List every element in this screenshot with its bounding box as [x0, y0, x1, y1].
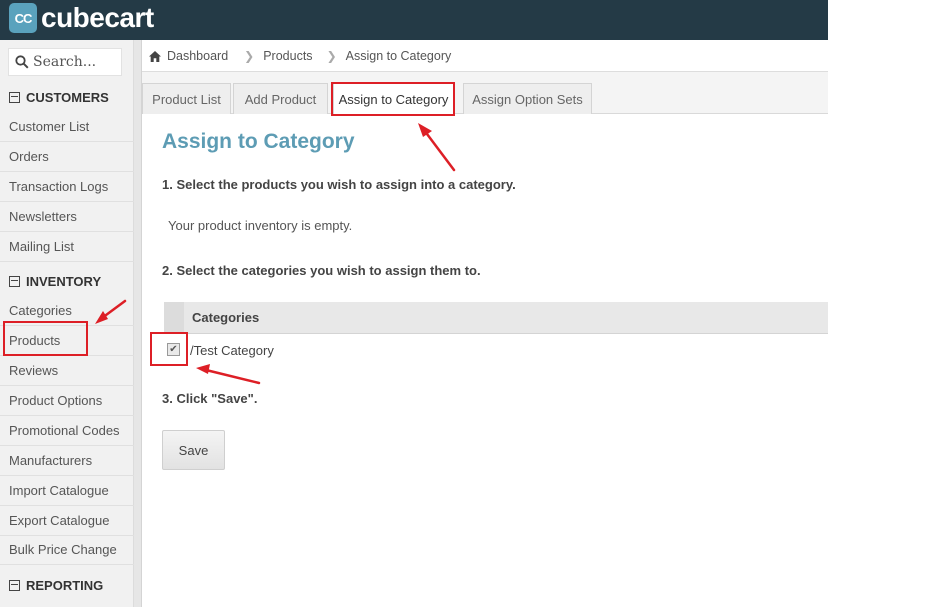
- tab-add-product[interactable]: Add Product: [233, 83, 328, 114]
- categories-table-header: Categories: [164, 302, 828, 334]
- step-2-instruction: 2. Select the categories you wish to ass…: [162, 263, 481, 278]
- sidebar-item-orders[interactable]: Orders: [0, 142, 134, 172]
- sidebar-item-mailing-list[interactable]: Mailing List: [0, 232, 134, 262]
- annotation-highlight-checkbox: [150, 332, 188, 366]
- logo-mark: CC: [9, 3, 37, 33]
- section-label: INVENTORY: [26, 273, 102, 289]
- sidebar-item-import-catalogue[interactable]: Import Catalogue: [0, 476, 134, 506]
- sidebar-item-export-catalogue[interactable]: Export Catalogue: [0, 506, 134, 536]
- breadcrumb: Dashboard ❯ Products ❯ Assign to Categor…: [142, 41, 828, 72]
- tab-bar: Product List Add Product Assign to Categ…: [142, 72, 828, 115]
- sidebar-item-transaction-logs[interactable]: Transaction Logs: [0, 172, 134, 202]
- sidebar-item-customer-list[interactable]: Customer List: [0, 112, 134, 142]
- collapse-icon: [9, 579, 20, 591]
- arrow-head: [196, 364, 210, 374]
- breadcrumb-products[interactable]: Products: [263, 49, 312, 63]
- collapse-icon: [9, 91, 20, 103]
- collapse-icon: [9, 275, 20, 287]
- column-header-categories: Categories: [192, 310, 260, 325]
- sidebar-item-bulk-price-change[interactable]: Bulk Price Change: [0, 535, 134, 565]
- annotation-highlight-products: [3, 321, 88, 356]
- home-icon: [149, 50, 161, 62]
- tab-assign-option-sets[interactable]: Assign Option Sets: [463, 83, 592, 114]
- annotation-highlight-tab: [331, 82, 455, 116]
- empty-inventory-message: Your product inventory is empty.: [168, 218, 353, 233]
- logo-text: cubecart: [41, 2, 154, 33]
- top-header: CC cubecart: [0, 0, 828, 40]
- breadcrumb-dashboard[interactable]: Dashboard: [149, 49, 228, 63]
- arrow-to-tab: [422, 128, 456, 172]
- step-3-instruction: 3. Click "Save".: [162, 391, 258, 406]
- chevron-right-icon: ❯: [326, 49, 337, 63]
- chevron-right-icon: ❯: [244, 49, 255, 63]
- cubecart-logo[interactable]: CC cubecart: [9, 3, 154, 33]
- sidebar-item-manufacturers[interactable]: Manufacturers: [0, 446, 134, 476]
- step-1-instruction: 1. Select the products you wish to assig…: [162, 177, 516, 192]
- sidebar-section-customers[interactable]: CUSTOMERS: [0, 82, 134, 112]
- sidebar-item-product-options[interactable]: Product Options: [0, 386, 134, 416]
- section-label: REPORTING: [26, 577, 104, 593]
- arrow-head: [418, 123, 432, 137]
- select-column: [164, 302, 184, 334]
- app-window: CC cubecart Search... CUSTOMERS Customer…: [0, 0, 933, 607]
- sidebar-section-inventory[interactable]: INVENTORY: [0, 266, 134, 296]
- breadcrumb-current: Assign to Category: [345, 49, 452, 63]
- sidebar-item-newsletters[interactable]: Newsletters: [0, 202, 134, 232]
- search-input[interactable]: Search...: [8, 48, 122, 76]
- save-button[interactable]: Save: [162, 430, 225, 470]
- breadcrumb-label: Dashboard: [167, 49, 229, 63]
- page-title: Assign to Category: [162, 130, 355, 153]
- arrow-to-checkbox: [204, 368, 261, 385]
- sidebar-divider: [134, 40, 142, 607]
- sidebar-item-promotional-codes[interactable]: Promotional Codes: [0, 416, 134, 446]
- sidebar-section-reporting[interactable]: REPORTING: [0, 570, 134, 600]
- section-label: CUSTOMERS: [26, 89, 109, 105]
- tab-product-list[interactable]: Product List: [142, 83, 231, 114]
- sidebar-item-reviews[interactable]: Reviews: [0, 356, 134, 386]
- search-placeholder: Search...: [33, 54, 97, 70]
- search-icon: [15, 55, 29, 69]
- category-row-label: /Test Category: [190, 343, 274, 358]
